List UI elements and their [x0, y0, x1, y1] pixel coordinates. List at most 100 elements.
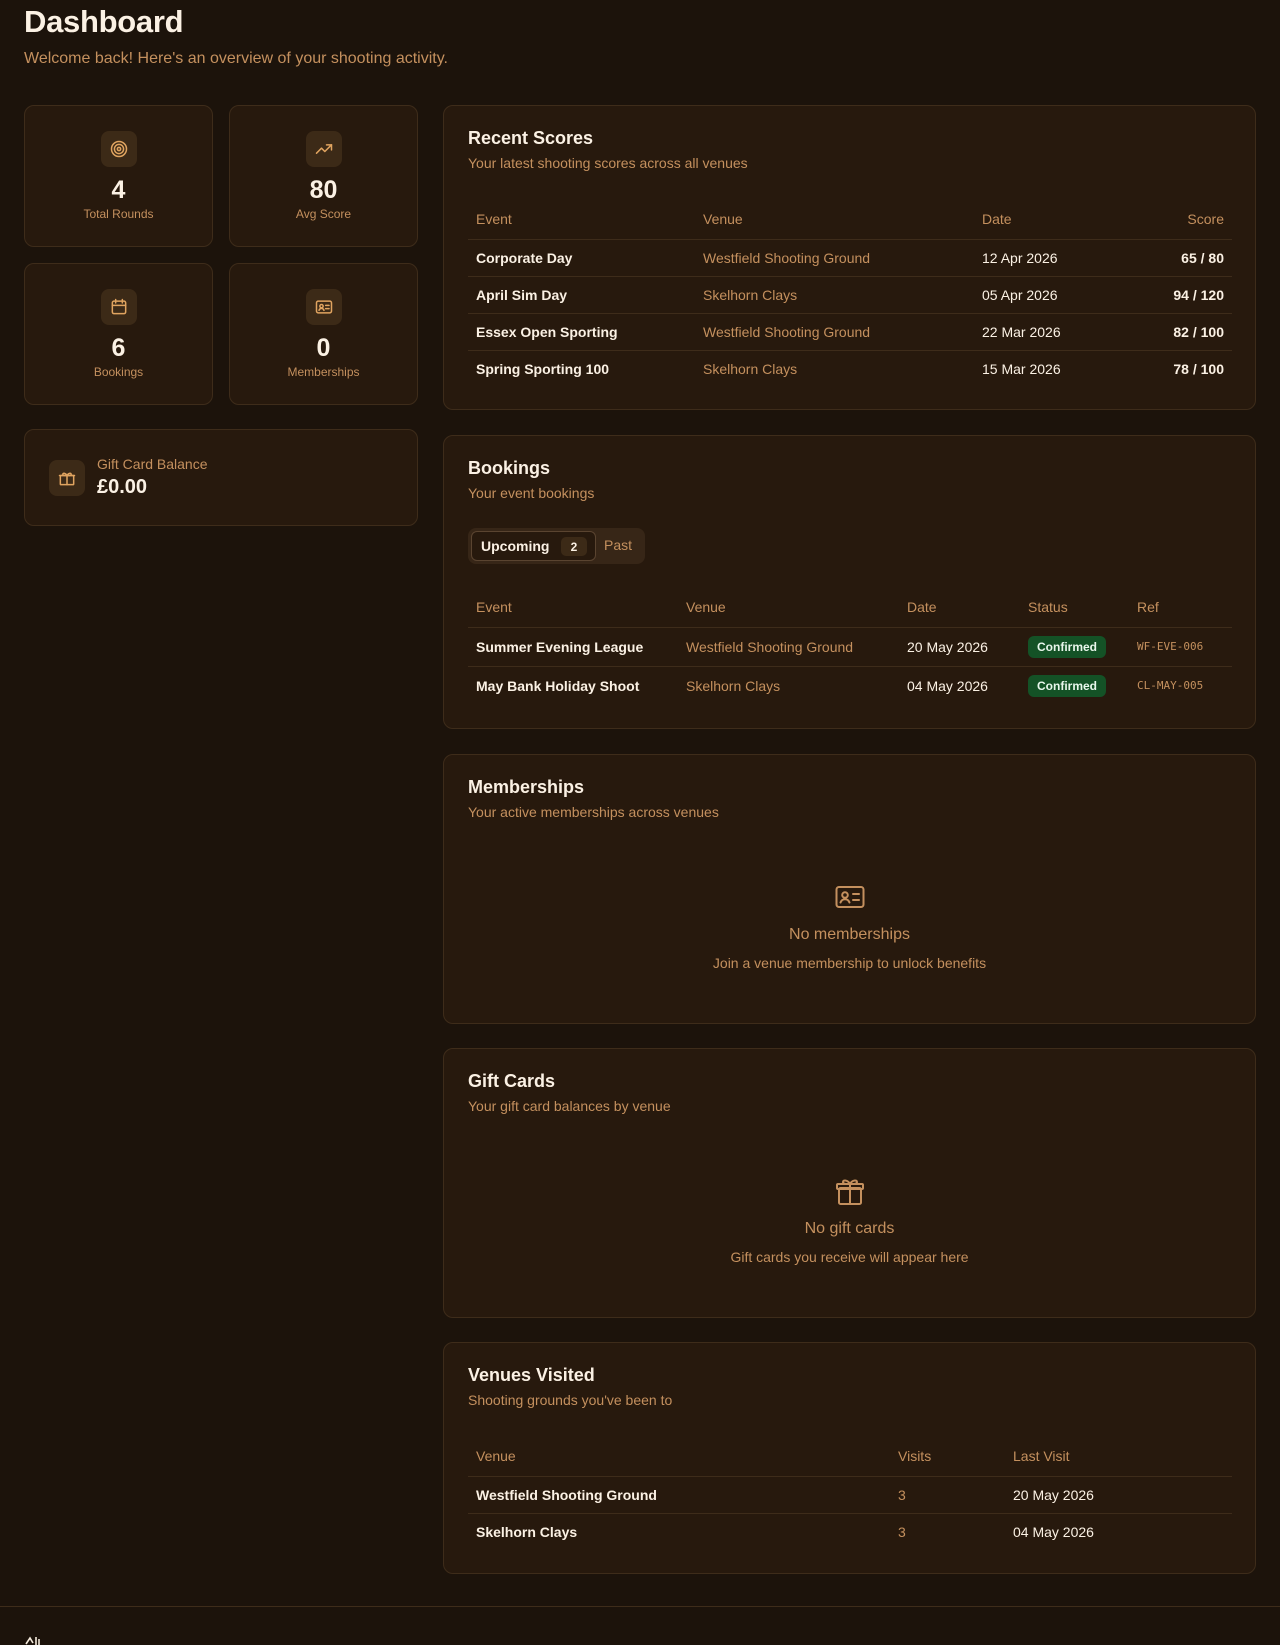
stat-value: 6 — [111, 334, 126, 362]
ref-cell: WF-EVE-006 — [1129, 627, 1232, 667]
venues-table: Venue Visits Last Visit Westfield Shooti… — [468, 1436, 1232, 1550]
table-row[interactable]: April Sim Day Skelhorn Clays 05 Apr 2026… — [468, 276, 1232, 314]
id-card-icon — [834, 881, 866, 913]
venue-cell: Skelhorn Clays — [703, 360, 798, 377]
stat-label: Avg Score — [295, 207, 352, 221]
event-cell: Summer Evening League — [468, 627, 678, 667]
table-header-row: Event Venue Date Status Ref — [468, 587, 1232, 628]
panel-subtitle: Your active memberships across venues — [468, 804, 719, 820]
table-row[interactable]: Summer Evening League Westfield Shooting… — [468, 627, 1232, 667]
footer-logo-icon — [24, 1635, 44, 1645]
page-title: Dashboard — [24, 4, 184, 39]
bookings-panel: Bookings Your event bookings Upcoming 2 … — [443, 435, 1256, 729]
table-row[interactable]: Essex Open Sporting Westfield Shooting G… — [468, 313, 1232, 351]
trending-up-icon — [306, 131, 342, 167]
column-header: Venue — [468, 1436, 890, 1477]
gift-card-balance-card: Gift Card Balance £0.00 — [24, 429, 418, 526]
venue-cell: Skelhorn Clays — [476, 1523, 578, 1540]
recent-scores-panel: Recent Scores Your latest shooting score… — [443, 105, 1256, 410]
stat-card-total-rounds: 4 Total Rounds — [24, 105, 213, 247]
stat-value: 80 — [309, 176, 338, 204]
column-header: Visits — [890, 1436, 1005, 1477]
memberships-panel: Memberships Your active memberships acro… — [443, 754, 1256, 1024]
score-cell: 78 / 100 — [1173, 360, 1224, 377]
column-header: Venue — [678, 587, 899, 628]
venue-cell: Westfield Shooting Ground — [695, 239, 974, 277]
visits-cell: 3 — [898, 1523, 906, 1540]
status-badge: Confirmed — [1028, 674, 1106, 697]
panel-title: Memberships — [468, 777, 585, 797]
score-cell: 82 / 100 — [1124, 313, 1232, 351]
stat-value: 4 — [111, 176, 126, 204]
calendar-icon — [101, 289, 137, 325]
memberships-empty-state: No memberships Join a venue membership t… — [444, 881, 1255, 971]
table-header-row: Venue Visits Last Visit — [468, 1436, 1232, 1477]
table-row[interactable]: Westfield Shooting Ground 3 20 May 2026 — [468, 1476, 1232, 1514]
empty-title: No memberships — [789, 926, 910, 943]
event-cell: Spring Sporting 100 — [476, 360, 610, 377]
column-header: Last Visit — [1005, 1436, 1232, 1477]
status-cell: Confirmed — [1020, 666, 1129, 705]
footer-divider — [0, 1606, 1280, 1607]
date-cell: 22 Mar 2026 — [974, 313, 1124, 351]
target-icon — [101, 131, 137, 167]
panel-title: Recent Scores — [468, 128, 594, 148]
gift-balance-value: £0.00 — [97, 476, 148, 498]
stat-label: Total Rounds — [83, 207, 154, 221]
column-header: Status — [1020, 587, 1129, 628]
status-badge: Confirmed — [1028, 635, 1106, 658]
column-header: Event — [468, 587, 678, 628]
gift-icon — [834, 1175, 866, 1207]
column-header: Date — [974, 199, 1124, 240]
tab-past[interactable]: Past — [604, 537, 632, 553]
venue-cell: Westfield Shooting Ground — [468, 1476, 890, 1514]
stat-label: Memberships — [287, 365, 360, 379]
column-header: Ref — [1129, 587, 1232, 628]
tab-label: Upcoming — [481, 538, 550, 554]
ref-cell: CL-MAY-005 — [1137, 679, 1204, 693]
column-header: Date — [899, 587, 1020, 628]
recent-scores-table: Event Venue Date Score Corporate Day Wes… — [468, 199, 1232, 387]
stat-card-bookings: 6 Bookings — [24, 263, 213, 405]
last-visit-cell: 04 May 2026 — [1013, 1523, 1094, 1540]
venue-cell: Westfield Shooting Ground — [678, 627, 899, 667]
tab-count-badge: 2 — [561, 537, 587, 556]
date-cell: 20 May 2026 — [899, 627, 1020, 667]
panel-subtitle: Your gift card balances by venue — [468, 1098, 671, 1114]
panel-subtitle: Your event bookings — [468, 485, 595, 501]
visits-cell: 3 — [890, 1476, 1005, 1514]
gift-cards-panel: Gift Cards Your gift card balances by ve… — [443, 1048, 1256, 1318]
table-row[interactable]: Skelhorn Clays 3 04 May 2026 — [468, 1513, 1232, 1550]
stat-value: 0 — [316, 334, 331, 362]
bookings-tabs: Upcoming 2 Past — [468, 528, 645, 564]
panel-title: Bookings — [468, 458, 551, 478]
tab-upcoming[interactable]: Upcoming 2 — [471, 531, 596, 561]
table-row[interactable]: May Bank Holiday Shoot Skelhorn Clays 04… — [468, 666, 1232, 705]
venue-cell: Skelhorn Clays — [686, 677, 781, 694]
panel-subtitle: Shooting grounds you've been to — [468, 1392, 673, 1408]
venue-cell: Skelhorn Clays — [695, 276, 974, 314]
gift-cards-empty-state: No gift cards Gift cards you receive wil… — [444, 1175, 1255, 1265]
stat-card-avg-score: 80 Avg Score — [229, 105, 418, 247]
date-cell: 12 Apr 2026 — [974, 239, 1124, 277]
event-cell: April Sim Day — [468, 276, 695, 314]
bookings-table: Event Venue Date Status Ref Summer Eveni… — [468, 587, 1232, 705]
date-cell: 15 Mar 2026 — [982, 360, 1061, 377]
panel-title: Venues Visited — [468, 1365, 595, 1385]
event-cell: Essex Open Sporting — [468, 313, 695, 351]
table-row[interactable]: Corporate Day Westfield Shooting Ground … — [468, 239, 1232, 277]
venue-cell: Westfield Shooting Ground — [695, 313, 974, 351]
page-subtitle: Welcome back! Here's an overview of your… — [24, 50, 448, 67]
score-cell: 65 / 80 — [1124, 239, 1232, 277]
table-row[interactable]: Spring Sporting 100 Skelhorn Clays 15 Ma… — [468, 350, 1232, 387]
column-header: Score — [1124, 199, 1232, 240]
id-card-icon — [306, 289, 342, 325]
gift-balance-label: Gift Card Balance — [97, 456, 208, 472]
last-visit-cell: 20 May 2026 — [1005, 1476, 1232, 1514]
panel-subtitle: Your latest shooting scores across all v… — [468, 155, 748, 171]
empty-subtitle: Join a venue membership to unlock benefi… — [712, 955, 987, 971]
event-cell: Corporate Day — [468, 239, 695, 277]
empty-subtitle: Gift cards you receive will appear here — [730, 1249, 969, 1265]
column-header: Event — [468, 199, 695, 240]
date-cell: 04 May 2026 — [907, 677, 988, 694]
